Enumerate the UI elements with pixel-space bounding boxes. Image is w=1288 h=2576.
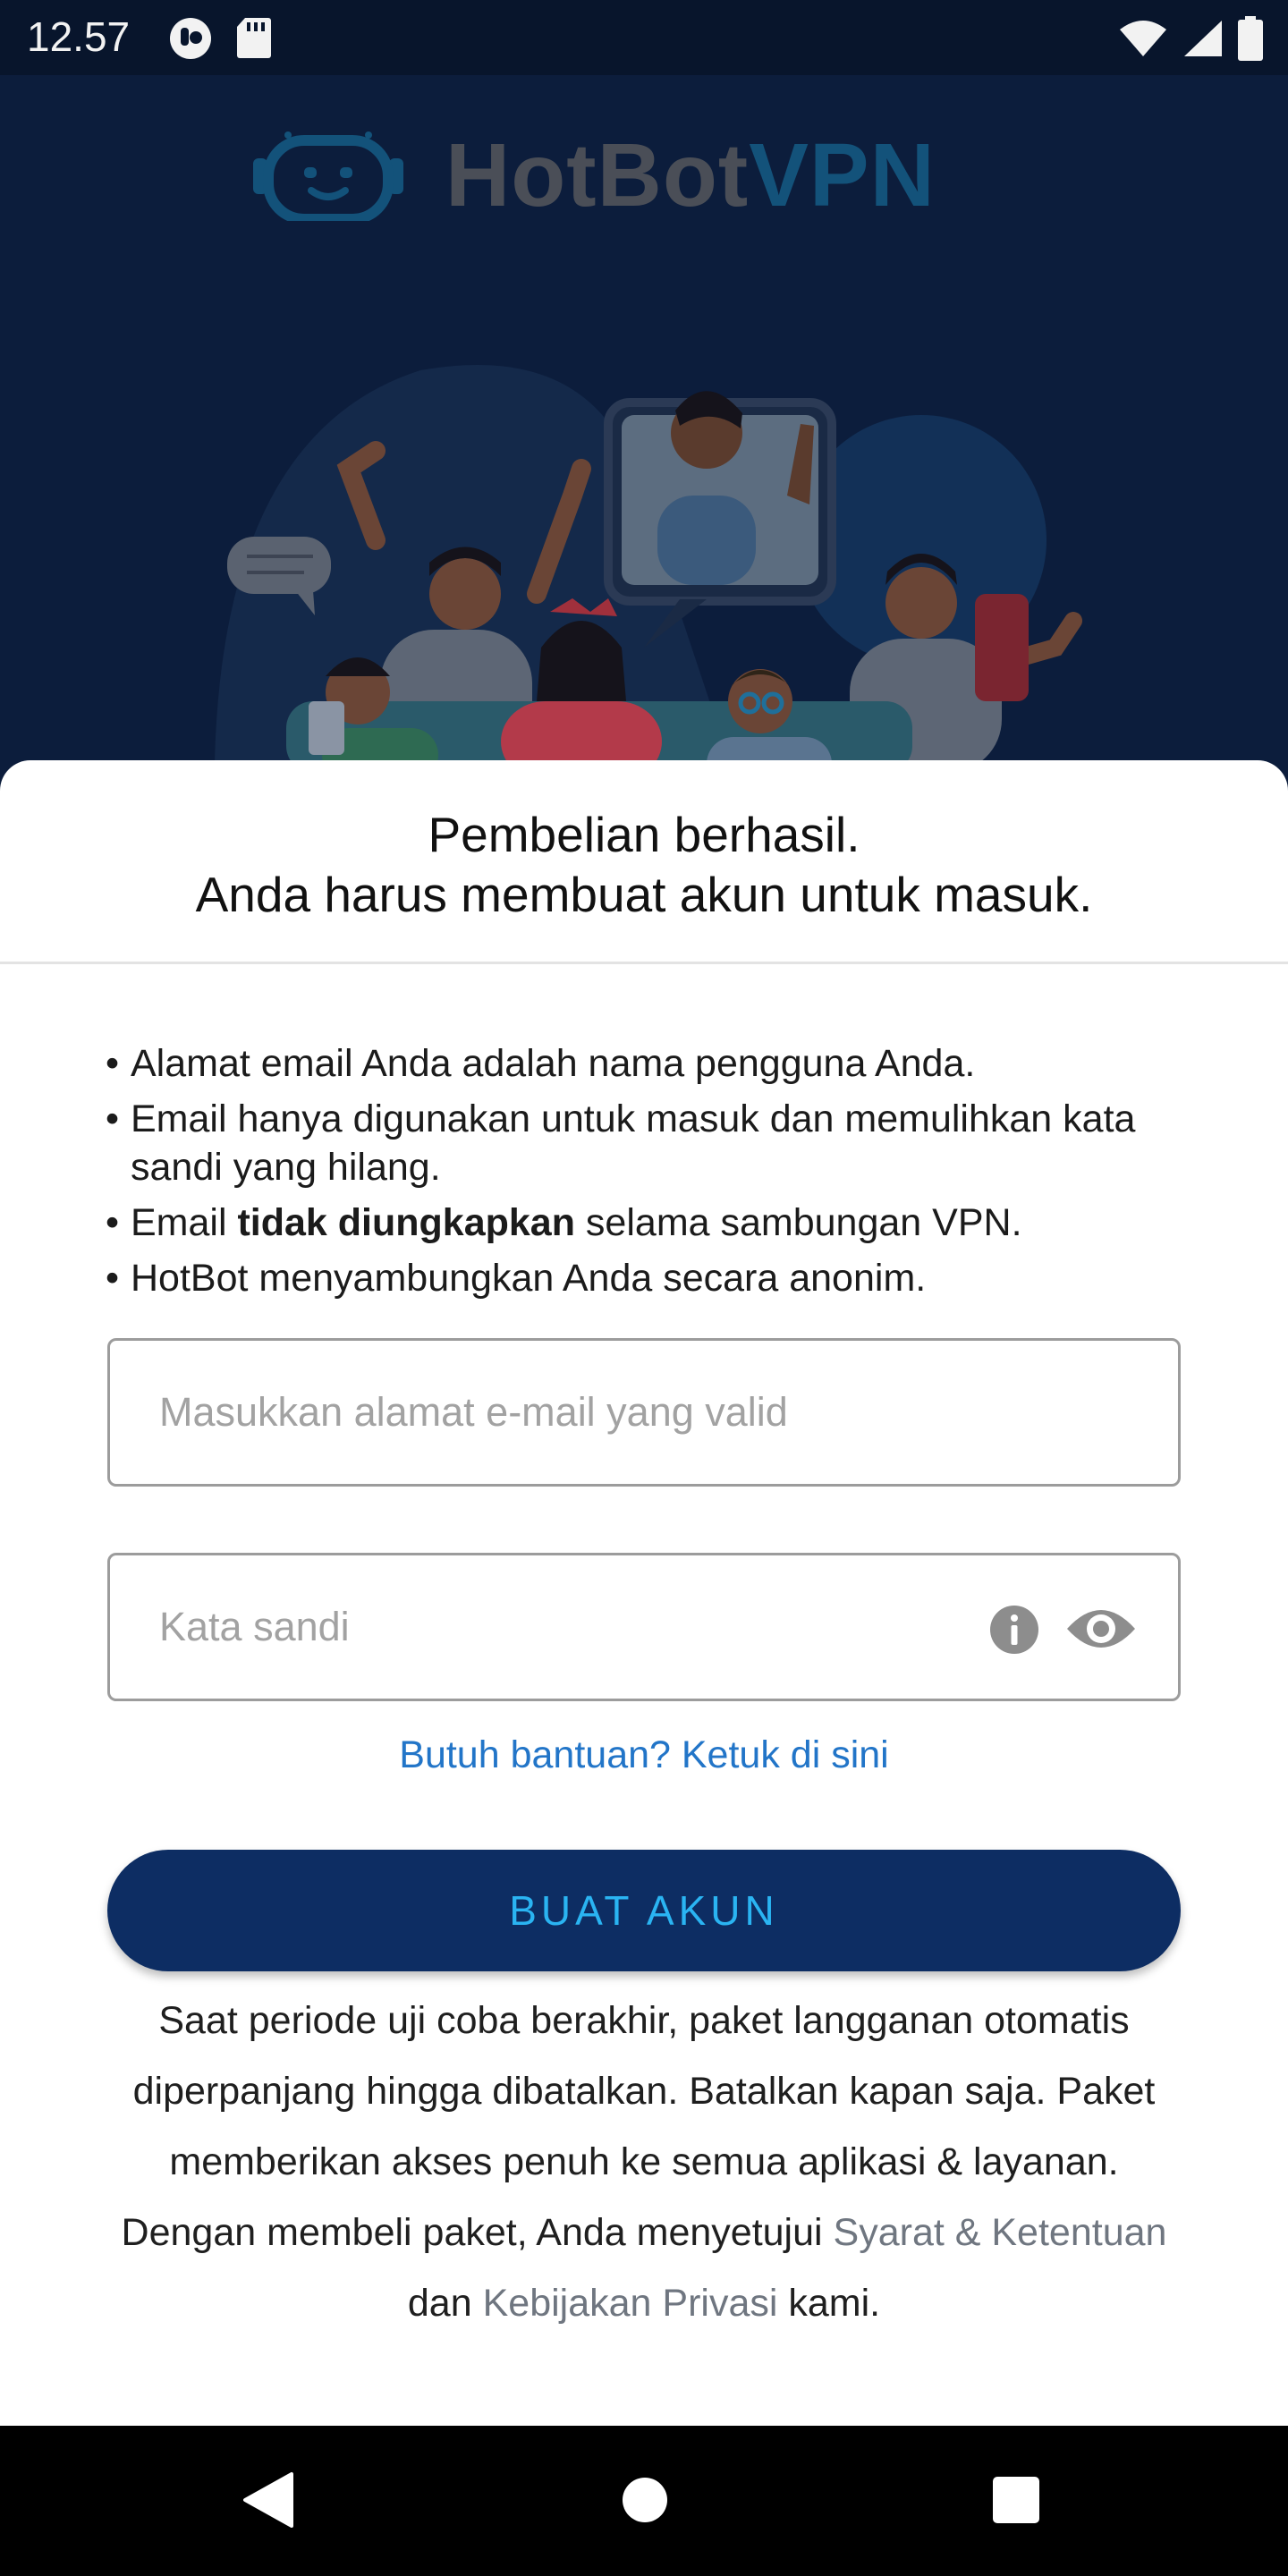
sheet-title: Pembelian berhasil. Anda harus membuat a… <box>0 805 1288 925</box>
title-line-1: Pembelian berhasil. <box>428 807 860 862</box>
password-input[interactable] <box>159 1555 964 1699</box>
wifi-icon <box>1120 21 1166 56</box>
hero-banner: HotBotVPN <box>0 75 1288 773</box>
help-link[interactable]: Butuh bantuan? Ketuk di sini <box>0 1733 1288 1777</box>
bullet-item: • Email tidak diungkapkan selama sambunga… <box>106 1201 1022 1244</box>
system-nav-bar <box>0 2426 1288 2576</box>
divider <box>0 962 1288 964</box>
signal-app-icon <box>170 18 211 59</box>
bullet-item: • Email hanya digunakan untuk masuk dan m… <box>106 1097 1136 1189</box>
status-icons-right <box>1118 16 1263 61</box>
cell-signal-icon <box>1184 21 1222 56</box>
bullet-item: • HotBot menyambungkan Anda secara anonim… <box>106 1257 927 1300</box>
bullet-item: • Alamat email Anda adalah nama pengguna … <box>106 1042 976 1085</box>
title-line-2: Anda harus membuat akun untuk masuk. <box>195 867 1093 922</box>
create-account-sheet: Pembelian berhasil. Anda harus membuat a… <box>0 760 1288 2426</box>
status-icons-left <box>168 16 272 61</box>
password-field[interactable] <box>107 1553 1181 1701</box>
eye-icon[interactable] <box>1065 1600 1137 1657</box>
privacy-link[interactable]: Kebijakan Privasi <box>483 2282 778 2325</box>
status-time: 12.57 <box>27 13 131 60</box>
recents-icon[interactable] <box>991 2470 1041 2529</box>
create-account-button[interactable]: BUAT AKUN <box>107 1850 1181 1971</box>
home-icon[interactable] <box>621 2470 669 2529</box>
info-bullets: • Alamat email Anda adalah nama pengguna … <box>106 1039 1215 1309</box>
legal-notice: Saat periode uji coba berakhir, paket la… <box>121 1999 1167 2325</box>
battery-icon <box>1238 16 1263 61</box>
sd-card-icon <box>237 18 271 58</box>
hero-illustration <box>215 365 1082 773</box>
back-icon[interactable] <box>242 2470 295 2529</box>
status-bar: 12.57 <box>0 0 1288 75</box>
terms-link[interactable]: Syarat & Ketentuan <box>834 2211 1167 2254</box>
email-input[interactable] <box>159 1341 964 1484</box>
email-field[interactable] <box>107 1338 1181 1487</box>
info-icon[interactable] <box>988 1604 1040 1656</box>
